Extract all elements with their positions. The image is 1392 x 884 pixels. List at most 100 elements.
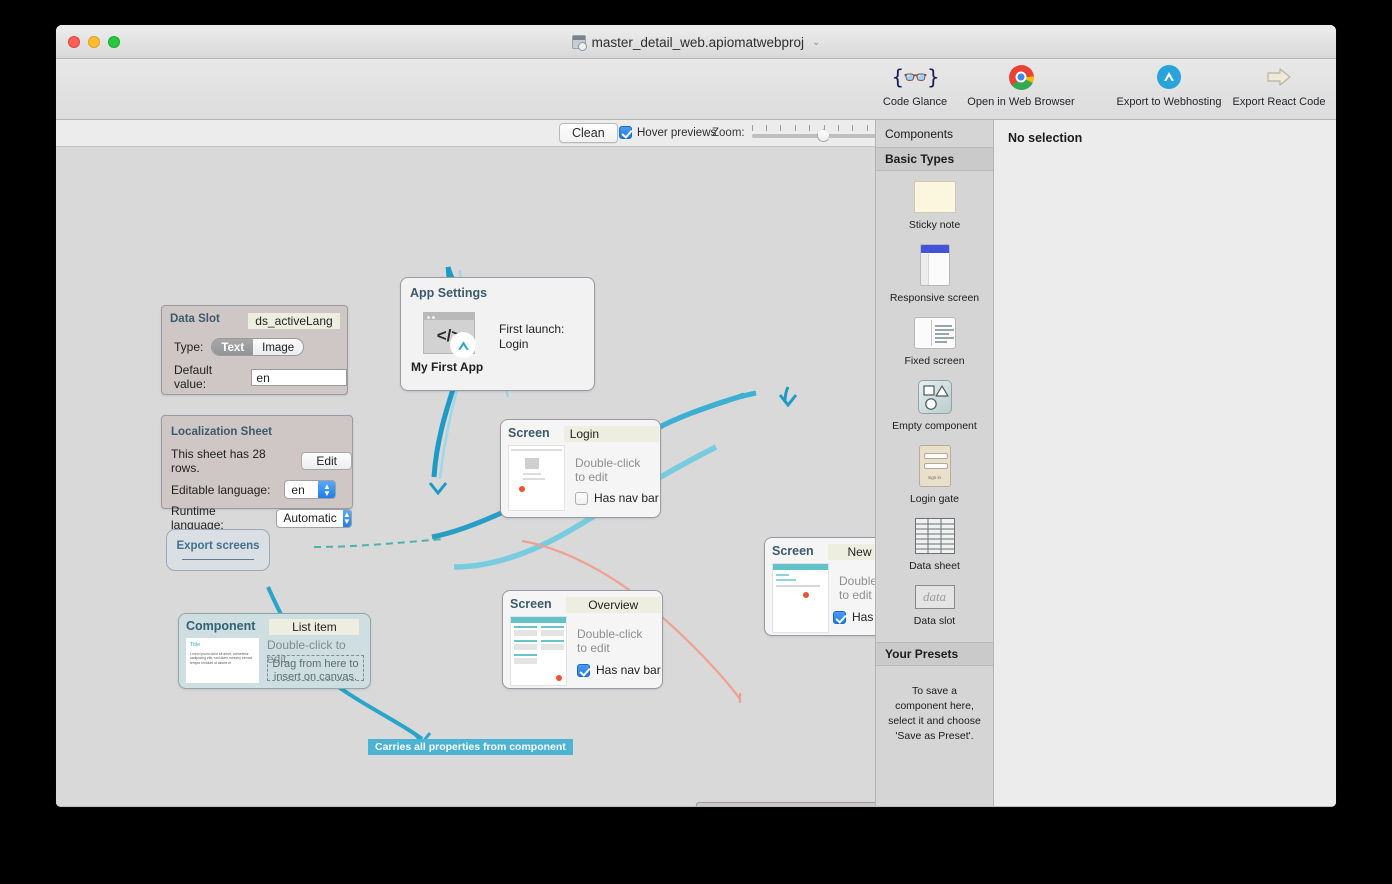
- node-screen-new-entry[interactable]: Screen New Entry Double-click to edit Ha…: [764, 537, 875, 636]
- chevron-down-icon[interactable]: ⌄: [812, 37, 820, 48]
- screen-name[interactable]: Login: [564, 426, 659, 442]
- toolbar-button-code-glance[interactable]: {👓} Code Glance: [864, 59, 966, 108]
- toolbar-button-open-in-web-browser[interactable]: Open in Web Browser: [966, 59, 1076, 108]
- screen-hint: Double-click to edit: [839, 574, 875, 602]
- node-screen-login[interactable]: Screen Login Double-click to edit Has na…: [500, 419, 661, 518]
- component-item-data-sheet[interactable]: Data sheet: [876, 508, 993, 575]
- app-badge-icon: [450, 332, 476, 358]
- navbar-checkbox-box[interactable]: [833, 611, 846, 624]
- login-gate-icon: sign in: [919, 445, 951, 487]
- component-item-label: Data sheet: [909, 560, 960, 572]
- screen-type-label: Screen: [508, 426, 550, 440]
- chrome-icon: [1009, 63, 1034, 91]
- node-screen-overview[interactable]: Screen Overview: [502, 590, 663, 689]
- component-item-empty-component[interactable]: Empty component: [876, 370, 993, 435]
- component-drop-zone[interactable]: Drag from here to insert on canvas.: [267, 655, 364, 681]
- node-export-screens[interactable]: Export screens: [166, 529, 270, 571]
- screen-navbar-checkbox[interactable]: Has nav bar: [577, 663, 661, 677]
- toolbar-items: {👓} Code Glance Open in Web Browser: [864, 59, 1334, 120]
- code-glance-icon: {👓}: [891, 63, 938, 91]
- toolbar-label: Open in Web Browser: [967, 96, 1074, 108]
- fixed-screen-icon: [914, 317, 956, 349]
- runtime-language-select[interactable]: Automatic ▲▼: [276, 509, 352, 528]
- navbar-checkbox-box[interactable]: [575, 492, 588, 505]
- webhosting-icon: [1157, 63, 1181, 91]
- components-sidebar: Components Basic Types Sticky note Respo…: [875, 120, 994, 806]
- screen-type-label: Screen: [772, 544, 814, 558]
- zoom-label: Zoom:: [712, 127, 745, 139]
- node-app-settings[interactable]: App Settings </>: [400, 277, 595, 391]
- toolbar-label: Export to Webhosting: [1117, 96, 1222, 108]
- chevron-updown-icon: ▲▼: [318, 481, 335, 498]
- screen-name[interactable]: New Entry: [828, 544, 875, 560]
- screen-thumbnail: [510, 616, 567, 686]
- arrow-right-icon: [1266, 63, 1292, 91]
- component-item-label: Empty component: [892, 420, 977, 432]
- first-launch-value: Login: [499, 337, 564, 352]
- app-name: My First App: [401, 354, 594, 374]
- screen-hint: Double-click to edit: [577, 627, 642, 655]
- runtime-language-label: Runtime language:: [171, 504, 268, 532]
- section-basic-types: Basic Types: [876, 147, 993, 171]
- editable-language-select[interactable]: en ▲▼: [284, 480, 336, 499]
- clean-button[interactable]: Clean: [559, 123, 618, 143]
- component-type-label: Component: [186, 619, 255, 633]
- node-data-slot[interactable]: Data Slot ds_activeLang Type: Text Image…: [161, 305, 348, 395]
- first-launch-label: First launch:: [499, 322, 564, 337]
- screen-navbar-checkbox[interactable]: Has nav bar: [575, 491, 659, 505]
- chevron-updown-icon: ▲▼: [343, 510, 351, 527]
- component-item-sticky-note[interactable]: Sticky note: [876, 171, 993, 234]
- screen-hint: Double-click to edit: [575, 456, 640, 484]
- node-localization-sheet[interactable]: Localization Sheet This sheet has 28 row…: [161, 415, 353, 509]
- data-slot-name[interactable]: ds_activeLang: [248, 313, 340, 329]
- edge-label-carries-properties: Carries all properties from component: [368, 739, 573, 755]
- sticky-note-icon: [914, 181, 956, 213]
- inspector-panel: No selection: [994, 120, 1336, 806]
- node-component-list-item[interactable]: Component List item Title Lorem ipsum do…: [178, 613, 371, 689]
- data-slot-default-input[interactable]: en: [251, 369, 347, 386]
- navbar-label: Has nav bar: [594, 491, 659, 505]
- zoom-control[interactable]: Zoom:: [712, 125, 897, 141]
- components-panel-title: Components: [876, 120, 993, 147]
- editable-language-label: Editable language:: [171, 483, 270, 497]
- component-name[interactable]: List item: [269, 619, 359, 635]
- component-thumb-title: Title: [190, 642, 200, 648]
- component-item-label: Sticky note: [909, 219, 960, 231]
- segment-text[interactable]: Text: [212, 339, 253, 355]
- localization-edit-button[interactable]: Edit: [301, 452, 352, 470]
- export-screens-underline: [182, 559, 254, 560]
- screen-thumbnail: [508, 445, 565, 511]
- hover-previews-checkbox[interactable]: Hover previews: [619, 126, 716, 139]
- data-slot-type-label: Type:: [174, 340, 203, 354]
- component-item-login-gate[interactable]: sign in Login gate: [876, 435, 993, 508]
- screen-navbar-checkbox[interactable]: Has nav bar: [833, 610, 875, 624]
- data-slot-default-label: Default value:: [174, 363, 245, 391]
- inspector-no-selection: No selection: [994, 120, 1336, 156]
- app-window: master_detail_web.apiomatwebproj ⌄ {👓} C…: [56, 25, 1336, 807]
- component-item-label: Fixed screen: [904, 355, 964, 367]
- data-slot-icon: data: [915, 585, 955, 609]
- navbar-checkbox-box[interactable]: [577, 664, 590, 677]
- toolbar: {👓} Code Glance Open in Web Browser: [56, 59, 1336, 120]
- data-slot-type-segmented[interactable]: Text Image: [211, 338, 304, 356]
- toolbar-button-export-to-webhosting[interactable]: Export to Webhosting: [1114, 59, 1224, 108]
- navbar-label: Has nav bar: [852, 610, 875, 624]
- responsive-screen-icon: [920, 244, 950, 286]
- component-item-responsive-screen[interactable]: Responsive screen: [876, 234, 993, 307]
- document-icon: [572, 35, 586, 49]
- component-item-fixed-screen[interactable]: Fixed screen: [876, 307, 993, 370]
- component-item-label: Login gate: [910, 493, 959, 505]
- canvas[interactable]: Data Slot ds_activeLang Type: Text Image…: [56, 147, 875, 806]
- export-screens-label: Export screens: [176, 540, 259, 552]
- segment-image[interactable]: Image: [253, 339, 303, 355]
- toolbar-button-export-react-code[interactable]: Export React Code: [1224, 59, 1334, 108]
- window-title: master_detail_web.apiomatwebproj: [592, 35, 804, 50]
- component-item-data-slot[interactable]: data Data slot: [876, 575, 993, 630]
- hover-previews-checkbox-box[interactable]: [619, 126, 632, 139]
- canvas-toolbar: Clean Hover previews Zoom:: [56, 120, 875, 147]
- node-data-sheet[interactable]: Data Sheet List data This sheet has 5 ro…: [696, 802, 875, 806]
- localization-header: Localization Sheet: [171, 426, 272, 438]
- component-item-label: Data slot: [914, 615, 955, 627]
- screen-name[interactable]: Overview: [566, 597, 661, 613]
- editable-language-value: en: [291, 483, 310, 497]
